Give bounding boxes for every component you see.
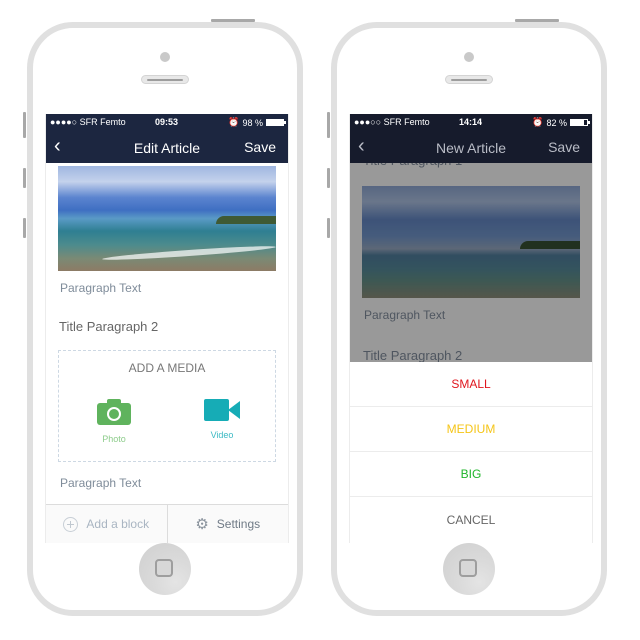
title-paragraph-2[interactable]: Title Paragraph 2 xyxy=(59,319,158,334)
camera-icon xyxy=(97,399,131,425)
article-image[interactable] xyxy=(58,166,276,271)
add-photo-button[interactable]: Photo xyxy=(84,399,144,444)
add-media-heading: ADD A MEDIA xyxy=(128,361,206,375)
title-paragraph-1: Title Paragraph 1 xyxy=(363,163,462,168)
front-camera xyxy=(160,52,170,62)
volume-down-button xyxy=(327,218,330,238)
screen: ●●●●○ SFR Femto 09:53 ⏰ 98 % ‹ Edit Arti… xyxy=(45,114,289,543)
status-time: 14:14 xyxy=(459,117,483,127)
plus-circle-icon xyxy=(63,516,79,532)
status-bar: ●●●○○ SFR Femto 14:14 ⏰ 82 % xyxy=(354,117,590,131)
cancel-button[interactable]: CANCEL xyxy=(350,497,592,542)
status-bar: ●●●●○ SFR Femto 09:53 ⏰ 98 % xyxy=(50,117,286,131)
add-video-button[interactable]: Video xyxy=(192,399,252,440)
size-option-small[interactable]: SMALL xyxy=(350,362,592,407)
alarm-icon: ⏰ xyxy=(532,117,544,127)
home-square-icon xyxy=(459,559,477,577)
size-option-medium[interactable]: MEDIUM xyxy=(350,407,592,452)
home-square-icon xyxy=(155,559,173,577)
volume-up-button xyxy=(327,168,330,188)
navbar: ●●●●○ SFR Femto 09:53 ⏰ 98 % ‹ Edit Arti… xyxy=(46,114,288,163)
paragraph-text[interactable]: Paragraph Text xyxy=(60,281,141,295)
mute-switch xyxy=(23,112,26,138)
add-block-label: Add a block xyxy=(86,517,150,531)
volume-up-button xyxy=(23,168,26,188)
power-button xyxy=(515,19,559,22)
save-button[interactable]: Save xyxy=(244,139,276,155)
gear-icon: ⚙ xyxy=(195,516,209,533)
article-content: Paragraph Text Title Paragraph 2 ADD A M… xyxy=(46,163,288,543)
save-button[interactable]: Save xyxy=(548,139,580,155)
earpiece-speaker xyxy=(445,75,493,84)
battery-fill xyxy=(267,120,283,125)
screen: ●●●○○ SFR Femto 14:14 ⏰ 82 % ‹ New Artic… xyxy=(349,114,593,543)
size-action-sheet: SMALL MEDIUM BIG CANCEL xyxy=(350,362,592,543)
earpiece-speaker xyxy=(141,75,189,84)
navbar: ●●●○○ SFR Femto 14:14 ⏰ 82 % ‹ New Artic… xyxy=(350,114,592,163)
settings-label: Settings xyxy=(216,517,261,531)
battery-percent: 82 % xyxy=(546,117,567,128)
bottom-toolbar: Add a block ⚙ Settings xyxy=(46,504,288,543)
home-button[interactable] xyxy=(139,543,191,595)
phone-left: ●●●●○ SFR Femto 09:53 ⏰ 98 % ‹ Edit Arti… xyxy=(23,19,303,616)
volume-down-button xyxy=(23,218,26,238)
phone-right: ●●●○○ SFR Femto 14:14 ⏰ 82 % ‹ New Artic… xyxy=(327,19,607,616)
article-image xyxy=(362,186,580,298)
battery-percent: 98 % xyxy=(242,117,263,128)
title-paragraph-2: Title Paragraph 2 xyxy=(363,348,463,362)
status-time: 09:53 xyxy=(155,117,179,127)
front-camera xyxy=(464,52,474,62)
battery-icon xyxy=(266,119,286,126)
video-camera-icon xyxy=(204,399,240,421)
photo-label: Photo xyxy=(102,434,126,444)
size-option-big[interactable]: BIG xyxy=(350,452,592,497)
mute-switch xyxy=(327,112,330,138)
carrier-signal: ●●●○○ SFR Femto xyxy=(354,117,430,127)
home-button[interactable] xyxy=(443,543,495,595)
add-media-box: ADD A MEDIA Photo Video xyxy=(58,350,276,462)
dimmed-content-overlay[interactable]: Title Paragraph 1 Paragraph Text Title P… xyxy=(350,163,592,362)
add-block-button[interactable]: Add a block xyxy=(46,505,168,543)
paragraph-text: Paragraph Text xyxy=(364,308,446,322)
paragraph-text[interactable]: Paragraph Text xyxy=(60,476,141,490)
carrier-signal: ●●●●○ SFR Femto xyxy=(50,117,126,127)
video-label: Video xyxy=(210,430,234,440)
alarm-icon: ⏰ xyxy=(228,117,240,127)
settings-button[interactable]: ⚙ Settings xyxy=(168,505,289,543)
battery-icon xyxy=(570,119,590,126)
power-button xyxy=(211,19,255,22)
battery-fill xyxy=(571,120,585,125)
